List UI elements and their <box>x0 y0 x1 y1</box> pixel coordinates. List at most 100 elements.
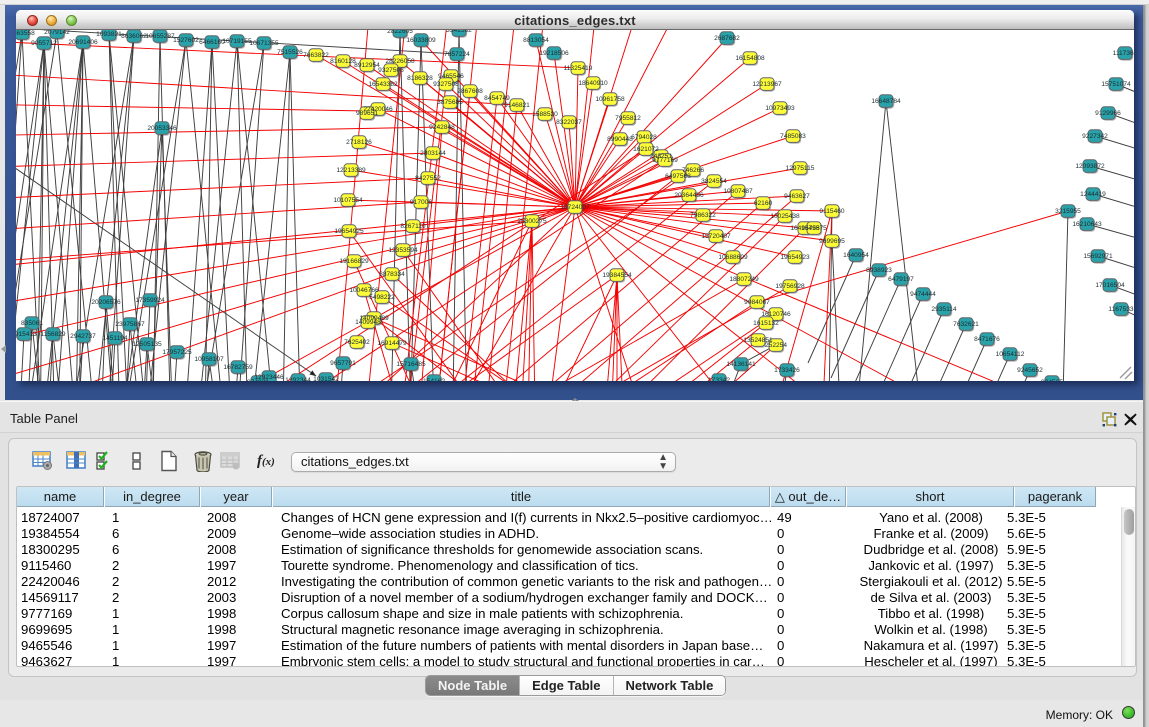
svg-text:9084067: 9084067 <box>744 299 770 306</box>
svg-text:9777169: 9777169 <box>652 157 678 164</box>
svg-text:173342: 173342 <box>708 377 730 381</box>
svg-text:7663822: 7663822 <box>303 52 329 59</box>
svg-text:12505135: 12505135 <box>132 341 162 348</box>
svg-text:19654925: 19654925 <box>334 228 364 235</box>
svg-text:1031542: 1031542 <box>313 376 339 381</box>
svg-text:3915413: 3915413 <box>16 331 37 338</box>
svg-text:2935114: 2935114 <box>931 306 957 313</box>
svg-text:16648784: 16648784 <box>871 98 901 105</box>
svg-text:9055712: 9055712 <box>31 40 57 47</box>
svg-text:16543382: 16543382 <box>368 81 398 88</box>
svg-text:8912954: 8912954 <box>354 62 380 69</box>
svg-text:1451194: 1451194 <box>102 335 128 342</box>
svg-text:18807249: 18807249 <box>729 276 759 283</box>
svg-text:1093821: 1093821 <box>96 31 122 38</box>
svg-text:9146821: 9146821 <box>504 102 530 109</box>
svg-text:18724007: 18724007 <box>560 204 590 211</box>
svg-text:15751074: 15751074 <box>1101 81 1131 88</box>
svg-text:10671355: 10671355 <box>249 40 279 47</box>
svg-text:17016504: 17016504 <box>1095 282 1125 289</box>
svg-text:8471676: 8471676 <box>974 336 1000 343</box>
svg-text:7625402: 7625402 <box>344 339 370 346</box>
svg-text:18640910: 18640910 <box>578 80 608 87</box>
svg-text:1621072: 1621072 <box>633 146 659 153</box>
svg-text:6466160: 6466160 <box>199 39 225 46</box>
svg-text:5498222: 5498222 <box>369 294 395 301</box>
svg-text:1156829: 1156829 <box>40 331 66 338</box>
svg-text:7515526: 7515526 <box>277 49 303 56</box>
svg-text:2942737: 2942737 <box>70 333 96 340</box>
svg-text:7986322: 7986322 <box>690 212 716 219</box>
svg-text:8427552: 8427552 <box>415 175 441 182</box>
svg-text:9327508: 9327508 <box>433 81 459 88</box>
svg-text:2079142: 2079142 <box>44 30 70 36</box>
svg-text:835061: 835061 <box>21 320 43 327</box>
svg-text:9245652: 9245652 <box>1017 367 1043 374</box>
svg-text:12213389: 12213389 <box>336 167 366 174</box>
svg-text:917006: 917006 <box>410 199 432 206</box>
svg-text:9327506: 9327506 <box>378 67 404 74</box>
svg-text:7485083: 7485083 <box>780 133 806 140</box>
svg-text:20206576: 20206576 <box>91 299 121 306</box>
svg-text:8878334: 8878334 <box>379 271 405 278</box>
svg-text:9699695: 9699695 <box>819 238 845 245</box>
svg-text:6479197: 6479197 <box>888 276 914 283</box>
svg-text:924565: 924565 <box>1041 379 1063 381</box>
svg-text:1409948: 1409948 <box>355 319 381 326</box>
svg-text:154162: 154162 <box>423 378 445 381</box>
svg-text:1733426: 1733426 <box>774 367 800 374</box>
svg-text:10654112: 10654112 <box>996 351 1025 358</box>
svg-text:12975115: 12975115 <box>786 165 815 172</box>
svg-text:8186328: 8186328 <box>407 75 433 82</box>
svg-text:8267110: 8267110 <box>400 223 426 230</box>
svg-text:9115460: 9115460 <box>819 208 845 215</box>
svg-text:7955812: 7955812 <box>615 115 641 122</box>
svg-text:9463627: 9463627 <box>784 193 810 200</box>
svg-text:1527602: 1527602 <box>173 37 199 44</box>
svg-text:10719155: 10719155 <box>222 38 252 45</box>
svg-text:10961758: 10961758 <box>595 96 625 103</box>
svg-text:20691406: 20691406 <box>68 39 98 46</box>
svg-text:2718126: 2718126 <box>346 139 372 146</box>
svg-text:16154808: 16154808 <box>735 55 765 62</box>
svg-text:6497568: 6497568 <box>665 173 691 180</box>
svg-text:252254: 252254 <box>765 342 787 349</box>
svg-text:8160128: 8160128 <box>330 58 356 65</box>
svg-text:9465546: 9465546 <box>438 73 464 80</box>
svg-text:19384554: 19384554 <box>602 272 632 279</box>
svg-text:19166829: 19166829 <box>339 258 369 265</box>
svg-text:6794028: 6794028 <box>631 134 657 141</box>
svg-text:8636062: 8636062 <box>121 33 147 40</box>
svg-text:19218506: 19218506 <box>539 50 569 57</box>
svg-text:3824554: 3824554 <box>701 178 727 185</box>
svg-text:1863558: 1863558 <box>16 30 35 37</box>
svg-text:1588520: 1588520 <box>532 111 558 118</box>
svg-text:8938923: 8938923 <box>866 267 892 274</box>
svg-text:1167533: 1167533 <box>1108 306 1134 313</box>
svg-text:14136141: 14136141 <box>726 361 756 368</box>
svg-text:16782759: 16782759 <box>223 364 253 371</box>
svg-text:2803144: 2803144 <box>420 150 446 157</box>
svg-text:19756928: 19756928 <box>775 283 805 290</box>
svg-text:11325419: 11325419 <box>564 65 593 72</box>
svg-text:989651: 989651 <box>356 110 378 117</box>
svg-text:1292344: 1292344 <box>285 377 311 381</box>
svg-text:16210643: 16210643 <box>1072 221 1102 228</box>
svg-text:25300275: 25300275 <box>517 218 547 225</box>
svg-text:1117362: 1117362 <box>1113 50 1134 57</box>
svg-text:10107554: 10107554 <box>333 197 363 204</box>
svg-text:10688609: 10688609 <box>718 254 748 261</box>
svg-text:19654923: 19654923 <box>780 254 810 261</box>
svg-text:12213967: 12213967 <box>752 81 782 88</box>
svg-text:15716485: 15716485 <box>396 361 426 368</box>
svg-text:10046766: 10046766 <box>349 287 379 294</box>
svg-text:12093872: 12093872 <box>1075 163 1105 170</box>
svg-text:8990448: 8990448 <box>607 136 633 143</box>
svg-text:20053346: 20053346 <box>147 125 177 132</box>
svg-text:12353594: 12353594 <box>388 247 418 254</box>
svg-text:9242848: 9242848 <box>429 124 455 131</box>
svg-text:3341562: 3341562 <box>446 30 472 34</box>
svg-text:62160: 62160 <box>754 200 773 207</box>
svg-text:9227342: 9227342 <box>1082 133 1108 140</box>
svg-text:1649575: 1649575 <box>801 225 827 232</box>
